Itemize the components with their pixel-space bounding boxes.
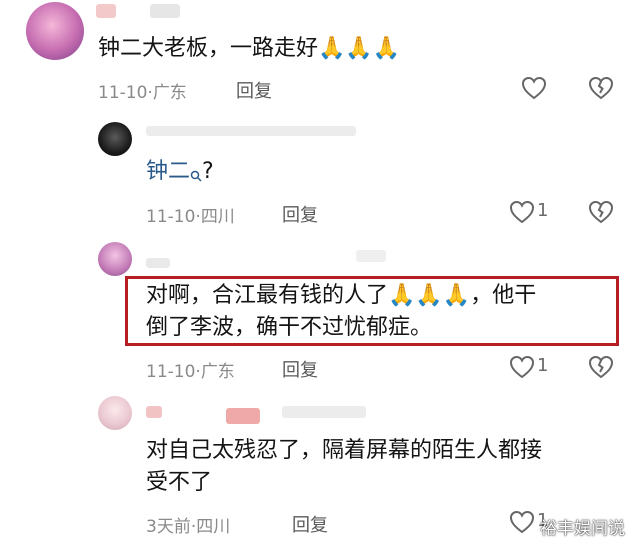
heart-icon[interactable] xyxy=(521,76,547,100)
pray-emoji: 🙏🙏🙏 xyxy=(318,36,401,61)
comment-text: 钟二 ? xyxy=(146,155,214,193)
heart-icon[interactable] xyxy=(509,355,535,379)
avatar[interactable] xyxy=(26,2,84,60)
mention-link[interactable]: 钟二 xyxy=(146,159,190,184)
comment-text: 对自己太残忍了，隔着屏幕的陌生人都接 xyxy=(146,438,543,463)
username-redacted xyxy=(226,408,260,424)
username-redacted xyxy=(146,126,356,136)
username-redacted xyxy=(356,250,386,262)
watermark: 裕丰娱间说 xyxy=(540,519,625,539)
avatar[interactable] xyxy=(98,242,132,276)
avatar[interactable] xyxy=(98,396,132,430)
comment-meta: 11-10·广东 xyxy=(146,362,235,382)
reply-button[interactable]: 回复 xyxy=(292,511,328,537)
username-redacted xyxy=(150,4,180,18)
broken-heart-icon[interactable] xyxy=(588,355,614,379)
comment-meta: 11-10·广东 xyxy=(98,83,187,103)
comment-text: 钟二大老板，一路走好🙏🙏🙏 xyxy=(98,36,401,61)
broken-heart-icon[interactable] xyxy=(588,200,614,224)
comment-text: 受不了 xyxy=(146,470,213,495)
comment-text: 倒了李波，确干不过忧郁症。 xyxy=(146,315,433,340)
like-count: 1 xyxy=(537,355,549,376)
broken-heart-icon[interactable] xyxy=(588,76,614,100)
pray-emoji: 🙏🙏🙏 xyxy=(388,283,471,308)
comment-meta: 3天前·四川 xyxy=(146,517,231,537)
like-count: 1 xyxy=(537,200,549,221)
username-redacted xyxy=(146,406,162,418)
heart-icon[interactable] xyxy=(509,510,535,534)
reply-button[interactable]: 回复 xyxy=(282,201,318,227)
avatar[interactable] xyxy=(98,122,132,156)
reply-button[interactable]: 回复 xyxy=(236,77,272,103)
username-redacted xyxy=(282,406,366,418)
search-icon[interactable] xyxy=(190,159,202,193)
username-redacted xyxy=(96,4,116,18)
comment-text: 对啊，合江最有钱的人了🙏🙏🙏，他干 xyxy=(146,283,537,308)
username-redacted xyxy=(146,258,170,268)
comment-meta: 11-10·四川 xyxy=(146,207,235,227)
heart-icon[interactable] xyxy=(509,200,535,224)
reply-button[interactable]: 回复 xyxy=(282,356,318,382)
